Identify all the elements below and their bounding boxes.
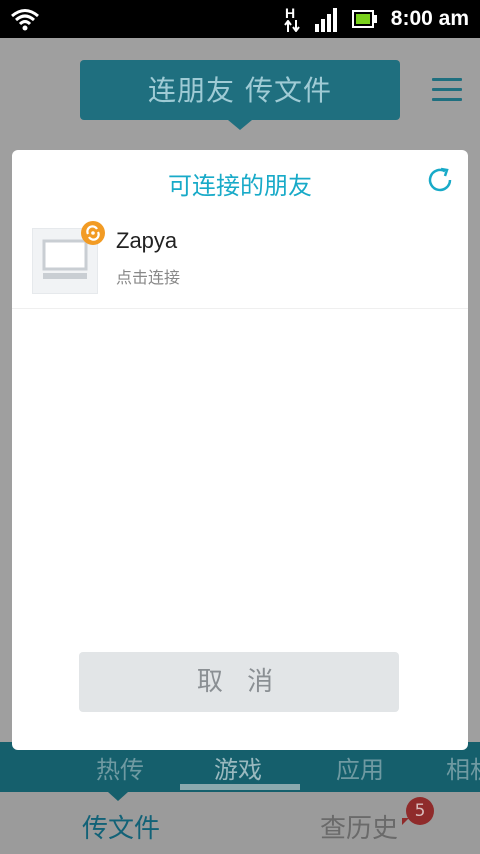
wifi-icon	[11, 9, 39, 31]
history-button[interactable]: 查历史	[320, 808, 398, 845]
history-badge: 5	[406, 797, 434, 825]
transfer-files-button[interactable]: 传文件	[82, 808, 160, 845]
status-bar: H 8:00 am	[0, 0, 480, 38]
header-title: 连朋友 传文件	[80, 60, 400, 130]
tab-apps[interactable]: 应用	[336, 750, 384, 785]
friend-list-item[interactable]: Zapya 点击连接	[12, 221, 468, 309]
menu-icon[interactable]	[432, 78, 462, 102]
tab-active-indicator	[180, 784, 300, 790]
data-arrows-icon	[284, 20, 300, 32]
network-type-label: H	[285, 5, 296, 21]
tab-camera[interactable]: 相机	[446, 750, 480, 785]
friend-name: Zapya	[116, 228, 178, 253]
friend-status: 点击连接	[116, 268, 181, 287]
dialog-title: 可连接的朋友	[168, 172, 312, 200]
refresh-icon[interactable]	[424, 164, 456, 196]
tab-games[interactable]: 游戏	[214, 750, 262, 785]
connect-friends-dialog: 可连接的朋友 Zapya 点击连接 取 消	[12, 150, 468, 750]
sync-badge-icon	[81, 221, 105, 245]
cancel-button[interactable]: 取 消	[79, 652, 399, 712]
battery-icon	[352, 10, 377, 28]
tab-hot[interactable]: 热传	[96, 750, 144, 785]
signal-icon	[315, 8, 337, 32]
clock: 8:00 am	[390, 7, 469, 30]
bottom-nav-pointer	[108, 792, 128, 801]
